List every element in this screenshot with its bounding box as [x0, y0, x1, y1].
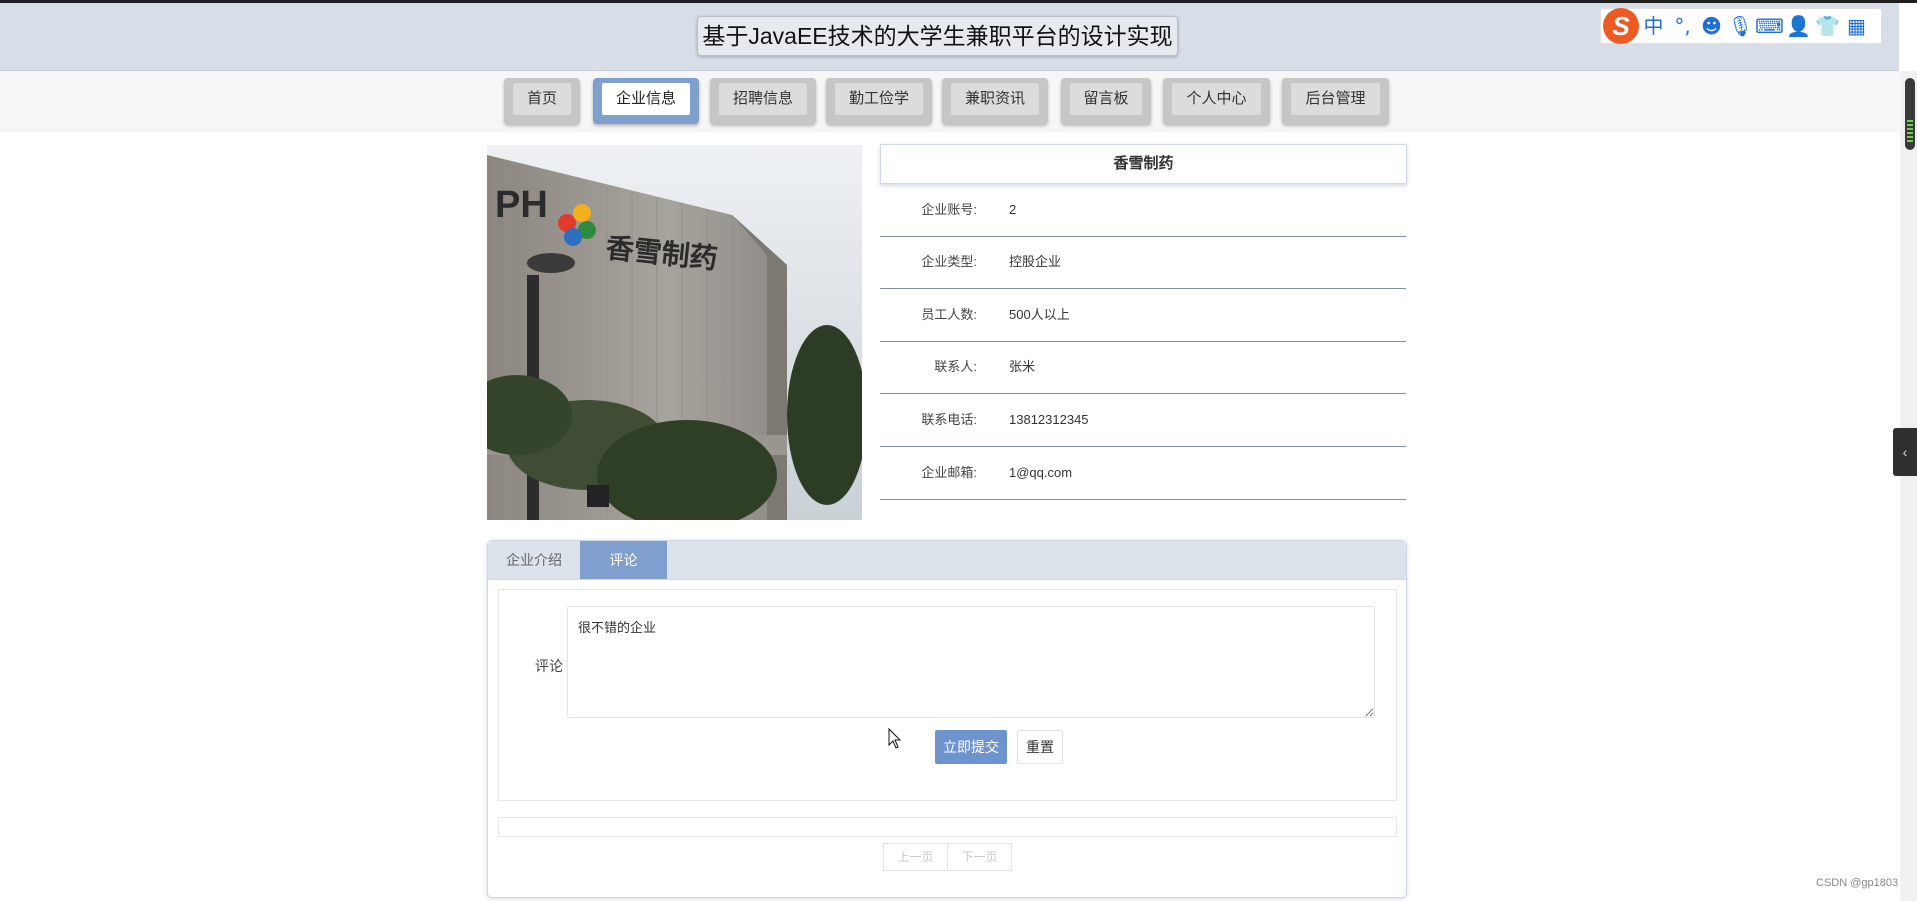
nav-item-part-time-news[interactable]: 兼职资讯: [942, 78, 1048, 124]
comment-form: 评论 很不错的企业 立即提交 重置: [498, 589, 1397, 801]
watermark: CSDN @gp1803: [1816, 877, 1899, 889]
main-nav: 首页 企业信息 招聘信息 勤工俭学 兼职资讯 留言板 个人中心 后台管理: [0, 78, 1899, 126]
info-row-phone: 联系电话: 13812312345: [880, 394, 1406, 447]
scroll-indicator: [1907, 120, 1913, 144]
submit-button[interactable]: 立即提交: [935, 730, 1007, 764]
site-title: 基于JavaEE技术的大学生兼职平台的设计实现: [697, 16, 1178, 56]
keyboard-icon[interactable]: ⌨: [1755, 9, 1784, 43]
svg-text:PH: PH: [495, 184, 548, 226]
nav-item-home[interactable]: 首页: [504, 78, 580, 124]
info-value: 控股企业: [1009, 254, 1062, 269]
punctuation-icon[interactable]: °,: [1668, 9, 1697, 43]
company-name: 香雪制药: [880, 144, 1407, 184]
info-value: 2: [1009, 202, 1017, 217]
skin-icon[interactable]: 👕: [1813, 9, 1842, 43]
info-row-account: 企业账号: 2: [880, 184, 1406, 237]
nav-item-recruitment[interactable]: 招聘信息: [710, 78, 816, 124]
tab-bar: 企业介绍 评论: [488, 541, 1406, 580]
info-label: 企业邮箱:: [921, 465, 977, 480]
chinese-mode-icon[interactable]: 中: [1639, 9, 1668, 43]
reset-button[interactable]: 重置: [1017, 730, 1063, 764]
nav-item-company-info[interactable]: 企业信息: [593, 78, 699, 124]
tab-comments[interactable]: 评论: [580, 541, 667, 579]
info-row-email: 企业邮箱: 1@qq.com: [880, 447, 1406, 500]
info-row-employees: 员工人数: 500人以上: [880, 289, 1406, 342]
info-value: 张米: [1009, 359, 1036, 374]
detail-panel: 企业介绍 评论 评论 很不错的企业 立即提交 重置 上一页 下一页: [487, 540, 1407, 898]
emoji-icon[interactable]: ☻: [1697, 9, 1726, 43]
next-page-button[interactable]: 下一页: [948, 843, 1012, 871]
nav-item-message-board[interactable]: 留言板: [1061, 78, 1151, 124]
info-value: 13812312345: [1009, 412, 1089, 427]
info-label: 企业类型:: [921, 254, 977, 269]
company-building-image: PH 香雪制药: [487, 145, 862, 520]
nav-item-personal-center[interactable]: 个人中心: [1163, 78, 1270, 124]
info-value: 500人以上: [1009, 307, 1070, 322]
info-row-type: 企业类型: 控股企业: [880, 236, 1406, 289]
info-label: 联系人:: [934, 359, 977, 374]
sogou-logo-icon[interactable]: S: [1603, 8, 1639, 44]
tab-company-intro[interactable]: 企业介绍: [488, 541, 580, 579]
info-row-contact: 联系人: 张米: [880, 341, 1406, 394]
comment-label: 评论: [535, 658, 563, 674]
comment-textarea[interactable]: 很不错的企业: [567, 606, 1375, 718]
microphone-icon[interactable]: 🎙: [1726, 9, 1755, 43]
nav-item-work-study[interactable]: 勤工俭学: [826, 78, 932, 124]
comment-list: [498, 817, 1397, 837]
user-icon[interactable]: 👤: [1784, 9, 1813, 43]
info-label: 联系电话:: [921, 412, 977, 427]
scrollbar-track[interactable]: [1900, 71, 1917, 901]
prev-page-button[interactable]: 上一页: [883, 843, 948, 871]
info-label: 企业账号:: [921, 202, 977, 217]
mouse-cursor-icon: [888, 728, 902, 749]
company-photo: PH 香雪制药: [487, 145, 862, 520]
pagination: 上一页 下一页: [883, 843, 1012, 871]
nav-item-admin[interactable]: 后台管理: [1282, 78, 1389, 124]
info-label: 员工人数:: [921, 307, 977, 322]
info-value: 1@qq.com: [1009, 465, 1073, 480]
collapse-chevron-icon[interactable]: ‹: [1893, 428, 1917, 476]
ime-toolbar[interactable]: S 中 °, ☻ 🎙 ⌨ 👤 👕 ▦: [1600, 8, 1882, 44]
apps-grid-icon[interactable]: ▦: [1842, 9, 1871, 43]
